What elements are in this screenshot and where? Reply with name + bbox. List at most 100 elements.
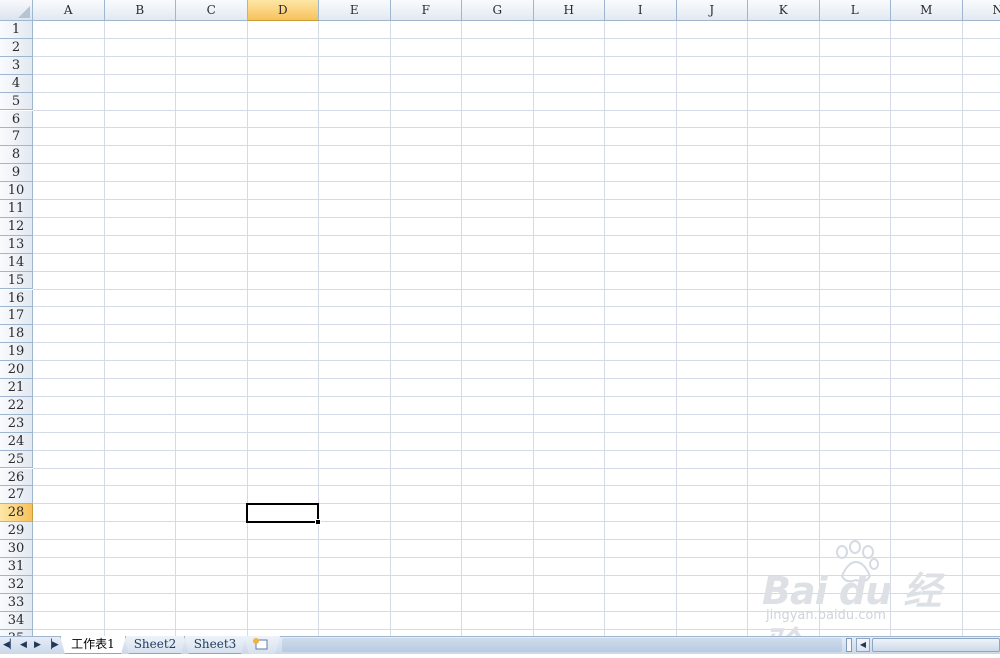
fill-handle[interactable] <box>315 519 321 525</box>
row-header-1[interactable]: 1 <box>0 21 33 39</box>
row-header-15[interactable]: 15 <box>0 272 33 290</box>
grid-row-line <box>33 74 1000 75</box>
row-header-7[interactable]: 7 <box>0 128 33 146</box>
cell-grid[interactable] <box>33 21 1000 636</box>
grid-column-line <box>676 21 677 636</box>
column-header-h[interactable]: H <box>534 0 606 21</box>
row-header-14[interactable]: 14 <box>0 254 33 272</box>
grid-column-line <box>461 21 462 636</box>
row-header-33[interactable]: 33 <box>0 594 33 612</box>
grid-row-line <box>33 593 1000 594</box>
grid-column-line <box>104 21 105 636</box>
row-header-34[interactable]: 34 <box>0 612 33 630</box>
row-header-13[interactable]: 13 <box>0 236 33 254</box>
row-header-18[interactable]: 18 <box>0 325 33 343</box>
row-header-5[interactable]: 5 <box>0 93 33 111</box>
grid-row-line <box>33 611 1000 612</box>
row-header-17[interactable]: 17 <box>0 307 33 325</box>
row-header-bar: 1234567891011121314151617181920212223242… <box>0 21 33 636</box>
column-header-f[interactable]: F <box>391 0 463 21</box>
row-header-3[interactable]: 3 <box>0 57 33 75</box>
grid-column-line <box>247 21 248 636</box>
row-header-19[interactable]: 19 <box>0 343 33 361</box>
tab-split-handle[interactable] <box>846 638 852 652</box>
grid-row-line <box>33 145 1000 146</box>
row-header-11[interactable]: 11 <box>0 200 33 218</box>
row-header-21[interactable]: 21 <box>0 379 33 397</box>
grid-row-line <box>33 253 1000 254</box>
column-header-i[interactable]: I <box>605 0 677 21</box>
row-header-23[interactable]: 23 <box>0 415 33 433</box>
row-header-26[interactable]: 26 <box>0 469 33 487</box>
column-header-b[interactable]: B <box>105 0 177 21</box>
grid-row-line <box>33 432 1000 433</box>
row-header-29[interactable]: 29 <box>0 522 33 540</box>
row-header-25[interactable]: 25 <box>0 451 33 469</box>
row-header-20[interactable]: 20 <box>0 361 33 379</box>
horizontal-scrollbar-thumb[interactable] <box>872 638 1000 652</box>
grid-column-line <box>747 21 748 636</box>
grid-row-line <box>33 271 1000 272</box>
grid-row-line <box>33 306 1000 307</box>
grid-row-line <box>33 56 1000 57</box>
column-header-e[interactable]: E <box>319 0 391 21</box>
row-header-12[interactable]: 12 <box>0 218 33 236</box>
insert-sheet-button[interactable] <box>244 636 280 654</box>
row-header-32[interactable]: 32 <box>0 576 33 594</box>
column-header-c[interactable]: C <box>176 0 248 21</box>
select-all-button[interactable] <box>0 0 33 21</box>
column-header-bar: ABCDEFGHIJKLMN <box>33 0 1000 21</box>
grid-column-line <box>390 21 391 636</box>
row-header-8[interactable]: 8 <box>0 146 33 164</box>
row-header-6[interactable]: 6 <box>0 111 33 129</box>
tab-bar-spacer <box>282 638 842 652</box>
next-sheet-icon[interactable]: ▶ <box>31 638 44 652</box>
column-header-k[interactable]: K <box>748 0 820 21</box>
select-all-icon <box>18 6 30 18</box>
row-header-9[interactable]: 9 <box>0 164 33 182</box>
grid-row-line <box>33 181 1000 182</box>
column-header-l[interactable]: L <box>820 0 892 21</box>
first-sheet-icon[interactable]: ◀▏ <box>3 638 16 652</box>
row-header-4[interactable]: 4 <box>0 75 33 93</box>
tab-label: 工作表1 <box>71 637 115 651</box>
scroll-left-icon[interactable]: ◀ <box>856 638 870 652</box>
column-header-g[interactable]: G <box>462 0 534 21</box>
grid-row-line <box>33 378 1000 379</box>
column-header-a[interactable]: A <box>33 0 105 21</box>
insert-sheet-icon <box>244 636 280 654</box>
tab-label: Sheet2 <box>134 637 177 651</box>
column-header-j[interactable]: J <box>677 0 749 21</box>
grid-row-line <box>33 360 1000 361</box>
grid-row-line <box>33 217 1000 218</box>
active-cell-d28[interactable] <box>246 503 319 523</box>
row-header-27[interactable]: 27 <box>0 486 33 504</box>
row-header-22[interactable]: 22 <box>0 397 33 415</box>
grid-column-line <box>890 21 891 636</box>
row-header-2[interactable]: 2 <box>0 39 33 57</box>
grid-row-line <box>33 324 1000 325</box>
grid-column-line <box>533 21 534 636</box>
row-header-10[interactable]: 10 <box>0 182 33 200</box>
row-header-16[interactable]: 16 <box>0 290 33 308</box>
grid-row-line <box>33 38 1000 39</box>
row-header-31[interactable]: 31 <box>0 558 33 576</box>
grid-row-line <box>33 92 1000 93</box>
grid-row-line <box>33 396 1000 397</box>
grid-row-line <box>33 110 1000 111</box>
row-header-28[interactable]: 28 <box>0 504 33 522</box>
row-header-24[interactable]: 24 <box>0 433 33 451</box>
last-sheet-icon[interactable]: ▕▶ <box>45 638 58 652</box>
sheet-tab-bar: ◀▏ ◀ ▶ ▕▶ 工作表1 Sheet2 Sheet3 ◀ <box>0 636 1000 654</box>
grid-column-line <box>604 21 605 636</box>
tab-sheet2[interactable]: Sheet2 <box>124 636 186 654</box>
tab-sheet1[interactable]: 工作表1 <box>60 636 126 654</box>
row-header-30[interactable]: 30 <box>0 540 33 558</box>
grid-column-line <box>318 21 319 636</box>
prev-sheet-icon[interactable]: ◀ <box>17 638 30 652</box>
tab-sheet3[interactable]: Sheet3 <box>184 636 246 654</box>
column-header-m[interactable]: M <box>891 0 963 21</box>
column-header-d[interactable]: D <box>248 0 320 21</box>
column-header-n[interactable]: N <box>963 0 1000 21</box>
grid-row-line <box>33 414 1000 415</box>
